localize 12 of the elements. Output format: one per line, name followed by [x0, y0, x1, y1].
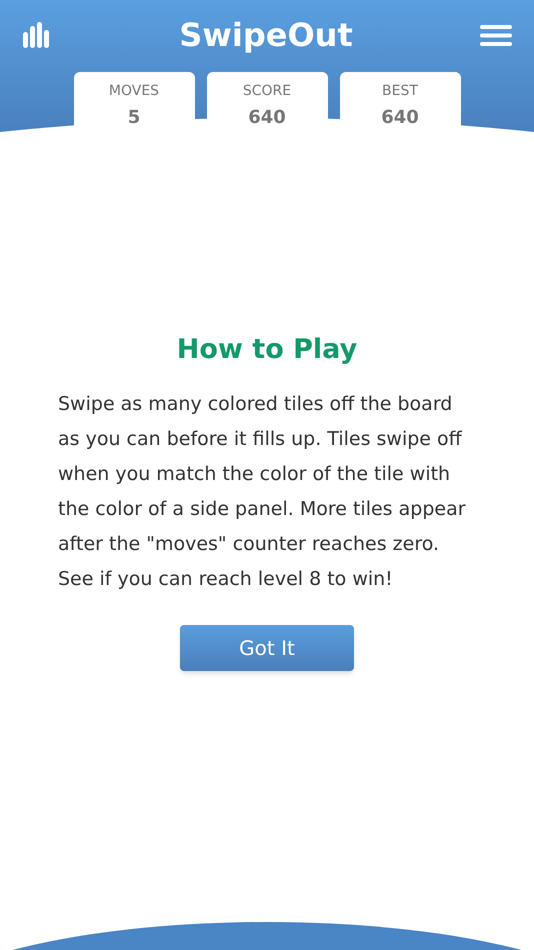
- stat-label: SCORE: [242, 82, 292, 101]
- menu-icon[interactable]: [480, 24, 512, 46]
- stat-value: 640: [381, 106, 419, 130]
- stat-value: 640: [248, 106, 286, 130]
- bar-chart-icon[interactable]: [22, 22, 52, 48]
- stat-value: 5: [128, 106, 140, 130]
- app-title: SwipeOut: [179, 15, 353, 56]
- instructions-text: Swipe as many colored tiles off the board as you can before it fills up. Tiles swipe off when you match the color of the tile with the color of a side panel. More tiles appear after the "moves" counter reaches zero. See if you can reach level 8 to win!: [58, 392, 466, 592]
- dialog-title: How to Play: [176, 333, 358, 367]
- stat-label: MOVES: [108, 82, 160, 101]
- stat-label: BEST: [382, 82, 418, 101]
- got-it-button[interactable]: Got It: [180, 624, 354, 670]
